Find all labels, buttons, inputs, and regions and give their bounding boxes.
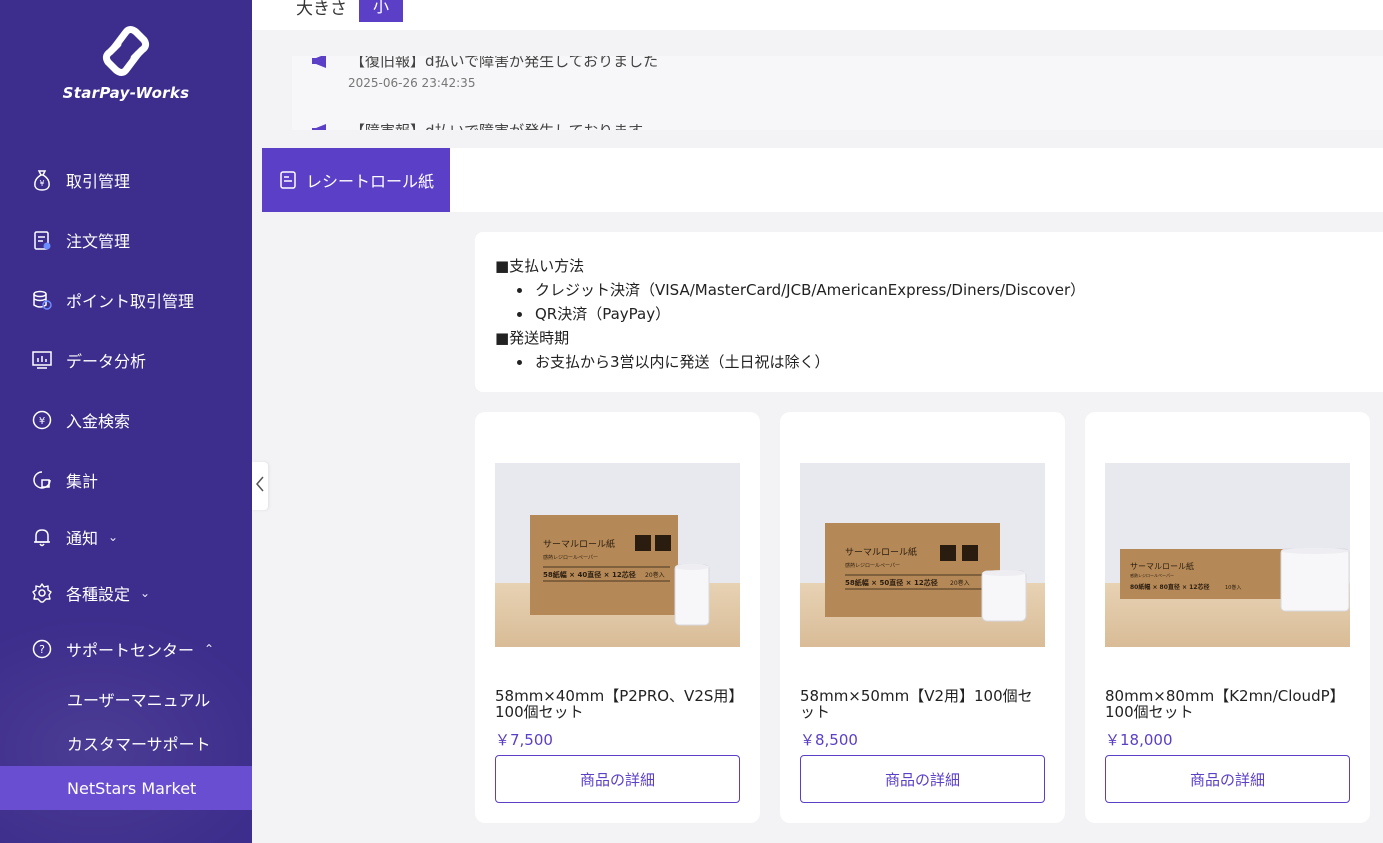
- sidebar-item-settings[interactable]: 各種設定 ⌄: [0, 573, 252, 613]
- sidebar-item-point-transactions[interactable]: ポイント取引管理: [0, 280, 252, 320]
- svg-text:サーマルロール紙: サーマルロール紙: [1130, 561, 1194, 571]
- notice-list[interactable]: 【復旧報】d払いで障害が発生しておりました 2025-06-26 23:42:3…: [292, 56, 1383, 130]
- notice-date: 2025-06-26 23:42:35: [348, 76, 476, 90]
- shipping-heading: ■発送時期: [495, 329, 570, 347]
- pie-chart-icon: [30, 468, 54, 492]
- svg-text:10巻入: 10巻入: [1225, 584, 1241, 591]
- megaphone-icon: [312, 56, 326, 68]
- gear-icon: [30, 581, 54, 605]
- sidebar-item-label: 集計: [66, 472, 99, 491]
- sidebar-collapse-button[interactable]: [252, 462, 268, 510]
- list-item: クレジット決済（VISA/MasterCard/JCB/AmericanExpr…: [515, 278, 1363, 302]
- bell-icon: [30, 525, 54, 549]
- sidebar-item-deposit-search[interactable]: ¥ 入金検索: [0, 400, 252, 440]
- svg-text:20巻入: 20巻入: [950, 579, 970, 587]
- svg-text:¥: ¥: [39, 416, 45, 427]
- logo-text: StarPay-Works: [62, 84, 190, 102]
- sidebar-item-support-center[interactable]: ? サポートセンター ⌃: [0, 629, 252, 669]
- payment-heading: ■支払い方法: [495, 257, 585, 275]
- svg-text:サーマルロール紙: サーマルロール紙: [845, 546, 917, 558]
- chart-monitor-icon: [30, 348, 54, 372]
- svg-text:58紙幅 × 40直径 × 12芯径: 58紙幅 × 40直径 × 12芯径: [543, 570, 636, 579]
- sidebar-item-notifications[interactable]: 通知 ⌄: [0, 517, 252, 557]
- category-tabs: レシートロール紙: [262, 148, 1383, 212]
- product-photo[interactable]: サーマルロール紙 感熱レジロールペーパー 80紙幅 × 80直径 × 12芯径 …: [1105, 463, 1350, 647]
- product-card[interactable]: サーマルロール紙 感熱レジロールペーパー 58紙幅 × 50直径 × 12芯径 …: [780, 412, 1065, 823]
- money-bag-icon: ¥: [30, 168, 54, 192]
- chevron-down-icon: ⌄: [108, 530, 119, 544]
- logo[interactable]: StarPay-Works: [0, 24, 252, 102]
- sidebar-item-label: 各種設定: [66, 585, 131, 604]
- product-photo[interactable]: サーマルロール紙 感熱レジロールペーパー 58紙幅 × 50直径 × 12芯径 …: [800, 463, 1045, 647]
- document-icon: [280, 171, 296, 189]
- product-price: ￥8,500: [800, 731, 858, 749]
- product-card[interactable]: サーマルロール紙 感熱レジロールペーパー 58紙幅 × 40直径 × 12芯径 …: [475, 412, 760, 823]
- coins-stack-icon: [30, 288, 54, 312]
- list-item: QR決済（PayPay）: [515, 302, 1363, 326]
- notice-item[interactable]: 【復旧報】d払いで障害が発生しておりました: [310, 56, 658, 71]
- product-name: 80mm×80mm【K2mn/CloudP】100個セット: [1105, 687, 1345, 721]
- product-detail-button[interactable]: 商品の詳細: [495, 755, 740, 803]
- notice-title: 【復旧報】d払いで障害が発生しておりました: [350, 56, 659, 70]
- sidebar-item-label: 通知: [66, 529, 99, 548]
- sidebar-item-label: 入金検索: [66, 412, 131, 431]
- sidebar-item-label: 注文管理: [66, 232, 131, 251]
- size-small-button[interactable]: 小: [359, 0, 403, 22]
- product-price: ￥18,000: [1105, 731, 1173, 749]
- sidebar-item-data-analysis[interactable]: データ分析: [0, 340, 252, 380]
- svg-text:サーマルロール紙: サーマルロール紙: [543, 538, 615, 550]
- sidebar-item-label: サポートセンター: [66, 641, 195, 660]
- sidebar-subitem-label: NetStars Market: [67, 778, 197, 798]
- svg-text:感熱レジロールペーパー: 感熱レジロールペーパー: [543, 554, 598, 561]
- list-item: お支払から3営以内に発送（土日祝は除く）: [515, 350, 1363, 374]
- sidebar: StarPay-Works ¥ 取引管理 注文管理 ポイント取引管理 データ分析…: [0, 0, 252, 843]
- sidebar-subitem-customer-support[interactable]: カスタマーサポート: [0, 721, 252, 765]
- size-label: 大きさ: [296, 0, 347, 19]
- shipping-note-list: お支払から3営以内に発送（土日祝は除く）: [495, 350, 1363, 374]
- chevron-up-icon: ⌃: [204, 642, 215, 656]
- sidebar-subitem-netstars-market[interactable]: NetStars Market: [0, 766, 252, 810]
- svg-text:80紙幅 × 80直径 × 12芯径: 80紙幅 × 80直径 × 12芯径: [1130, 583, 1209, 591]
- svg-text:58紙幅 × 50直径 × 12芯径: 58紙幅 × 50直径 × 12芯径: [845, 578, 938, 587]
- payment-info-card: ■支払い方法 クレジット決済（VISA/MasterCard/JCB/Ameri…: [475, 232, 1383, 392]
- product-name: 58mm×40mm【P2PRO、V2S用】100個セット: [495, 687, 736, 721]
- notice-title: 【障害報】d払いで障害が発生しております: [350, 120, 643, 130]
- product-price: ￥7,500: [495, 731, 553, 749]
- sidebar-item-summary[interactable]: 集計: [0, 460, 252, 500]
- svg-text:感熱レジロールペーパー: 感熱レジロールペーパー: [1130, 572, 1174, 578]
- top-bar: 大きさ 小: [252, 0, 1383, 30]
- starpay-logo-icon: [102, 26, 150, 76]
- product-detail-button[interactable]: 商品の詳細: [800, 755, 1045, 803]
- sidebar-item-label: データ分析: [66, 352, 147, 371]
- product-name: 58mm×50mm【V2用】100個セット: [800, 687, 1033, 721]
- help-circle-icon: ?: [30, 637, 54, 661]
- sidebar-subitem-label: カスタマーサポート: [67, 735, 211, 754]
- tab-receipt-roll[interactable]: レシートロール紙: [262, 148, 450, 212]
- svg-text:?: ?: [39, 643, 45, 656]
- sidebar-subitem-user-manual[interactable]: ユーザーマニュアル: [0, 677, 252, 721]
- notice-item[interactable]: 【障害報】d払いで障害が発生しております: [310, 120, 643, 130]
- product-photo[interactable]: サーマルロール紙 感熱レジロールペーパー 58紙幅 × 40直径 × 12芯径 …: [495, 463, 740, 647]
- tab-label: レシートロール紙: [306, 172, 435, 191]
- megaphone-icon: [312, 123, 326, 130]
- svg-text:感熱レジロールペーパー: 感熱レジロールペーパー: [845, 562, 900, 569]
- sidebar-item-transactions[interactable]: ¥ 取引管理: [0, 160, 252, 200]
- sidebar-item-label: ポイント取引管理: [66, 292, 195, 311]
- chevron-down-icon: ⌄: [140, 586, 151, 600]
- svg-text:20巻入: 20巻入: [645, 571, 665, 579]
- svg-text:¥: ¥: [39, 179, 44, 188]
- order-clipboard-icon: [30, 228, 54, 252]
- sidebar-subitem-label: ユーザーマニュアル: [67, 691, 211, 710]
- sidebar-item-orders[interactable]: 注文管理: [0, 220, 252, 260]
- payment-method-list: クレジット決済（VISA/MasterCard/JCB/AmericanExpr…: [495, 278, 1363, 326]
- yen-circle-icon: ¥: [30, 408, 54, 432]
- product-card[interactable]: サーマルロール紙 感熱レジロールペーパー 80紙幅 × 80直径 × 12芯径 …: [1085, 412, 1370, 823]
- product-detail-button[interactable]: 商品の詳細: [1105, 755, 1350, 803]
- chevron-left-icon: [255, 475, 265, 497]
- sidebar-item-label: 取引管理: [66, 172, 131, 191]
